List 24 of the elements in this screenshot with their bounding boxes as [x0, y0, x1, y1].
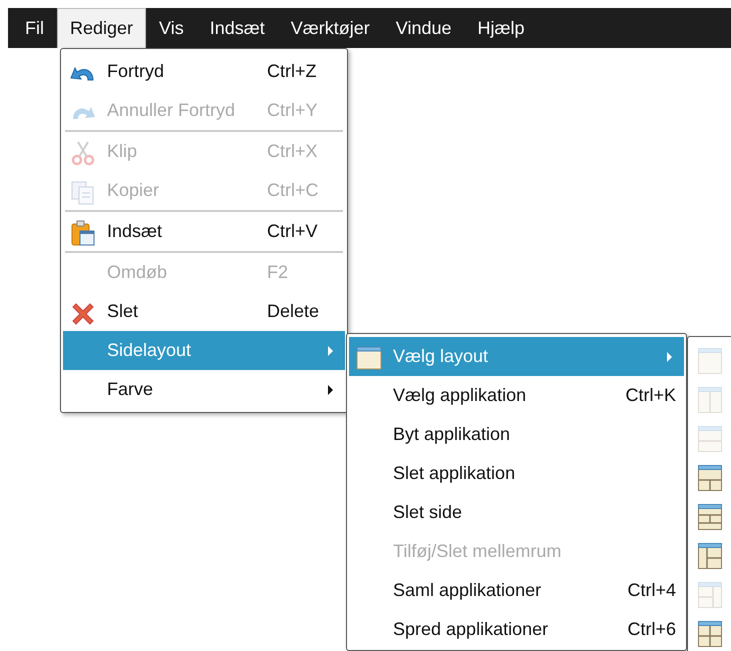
menu-item[interactable]: Slet side	[349, 493, 684, 532]
layout-thumbnail-icon[interactable]	[697, 464, 723, 492]
menu-item[interactable]: Byt applikation	[349, 415, 684, 454]
layout-thumbnail-icon[interactable]	[697, 502, 723, 530]
menu-item[interactable]: Slet applikation	[349, 454, 684, 493]
menu-bar-item[interactable]: Rediger	[57, 8, 146, 48]
menu-bar-item[interactable]: Vindue	[382, 8, 465, 48]
menu-item[interactable]: Slet Delete	[63, 292, 345, 331]
menu-item[interactable]: Farve	[63, 370, 345, 409]
window-layout-icon	[355, 344, 383, 371]
scissors-icon	[69, 140, 97, 166]
menu-item[interactable]: Fortryd Ctrl+Z	[63, 52, 345, 91]
menu-item[interactable]: Saml applikationer Ctrl+4	[349, 571, 684, 610]
layout-thumbnail-icon[interactable]	[697, 620, 723, 648]
menu-bar-item[interactable]: Vis	[146, 8, 197, 48]
menu-bar-item[interactable]: Indsæt	[196, 8, 278, 48]
clipboard-icon	[69, 220, 97, 246]
menu-bar-item[interactable]: Værktøjer	[278, 8, 383, 48]
layout-thumbnail-icon[interactable]	[697, 542, 723, 570]
menu-bar-item[interactable]: Hjælp	[464, 8, 538, 48]
menu-item[interactable]: Spred applikationer Ctrl+6	[349, 610, 684, 649]
menu-bar-item[interactable]: Fil	[12, 8, 57, 48]
menu-item[interactable]: Indsæt Ctrl+V	[63, 212, 345, 251]
menu-item[interactable]: Vælg applikation Ctrl+K	[349, 376, 684, 415]
